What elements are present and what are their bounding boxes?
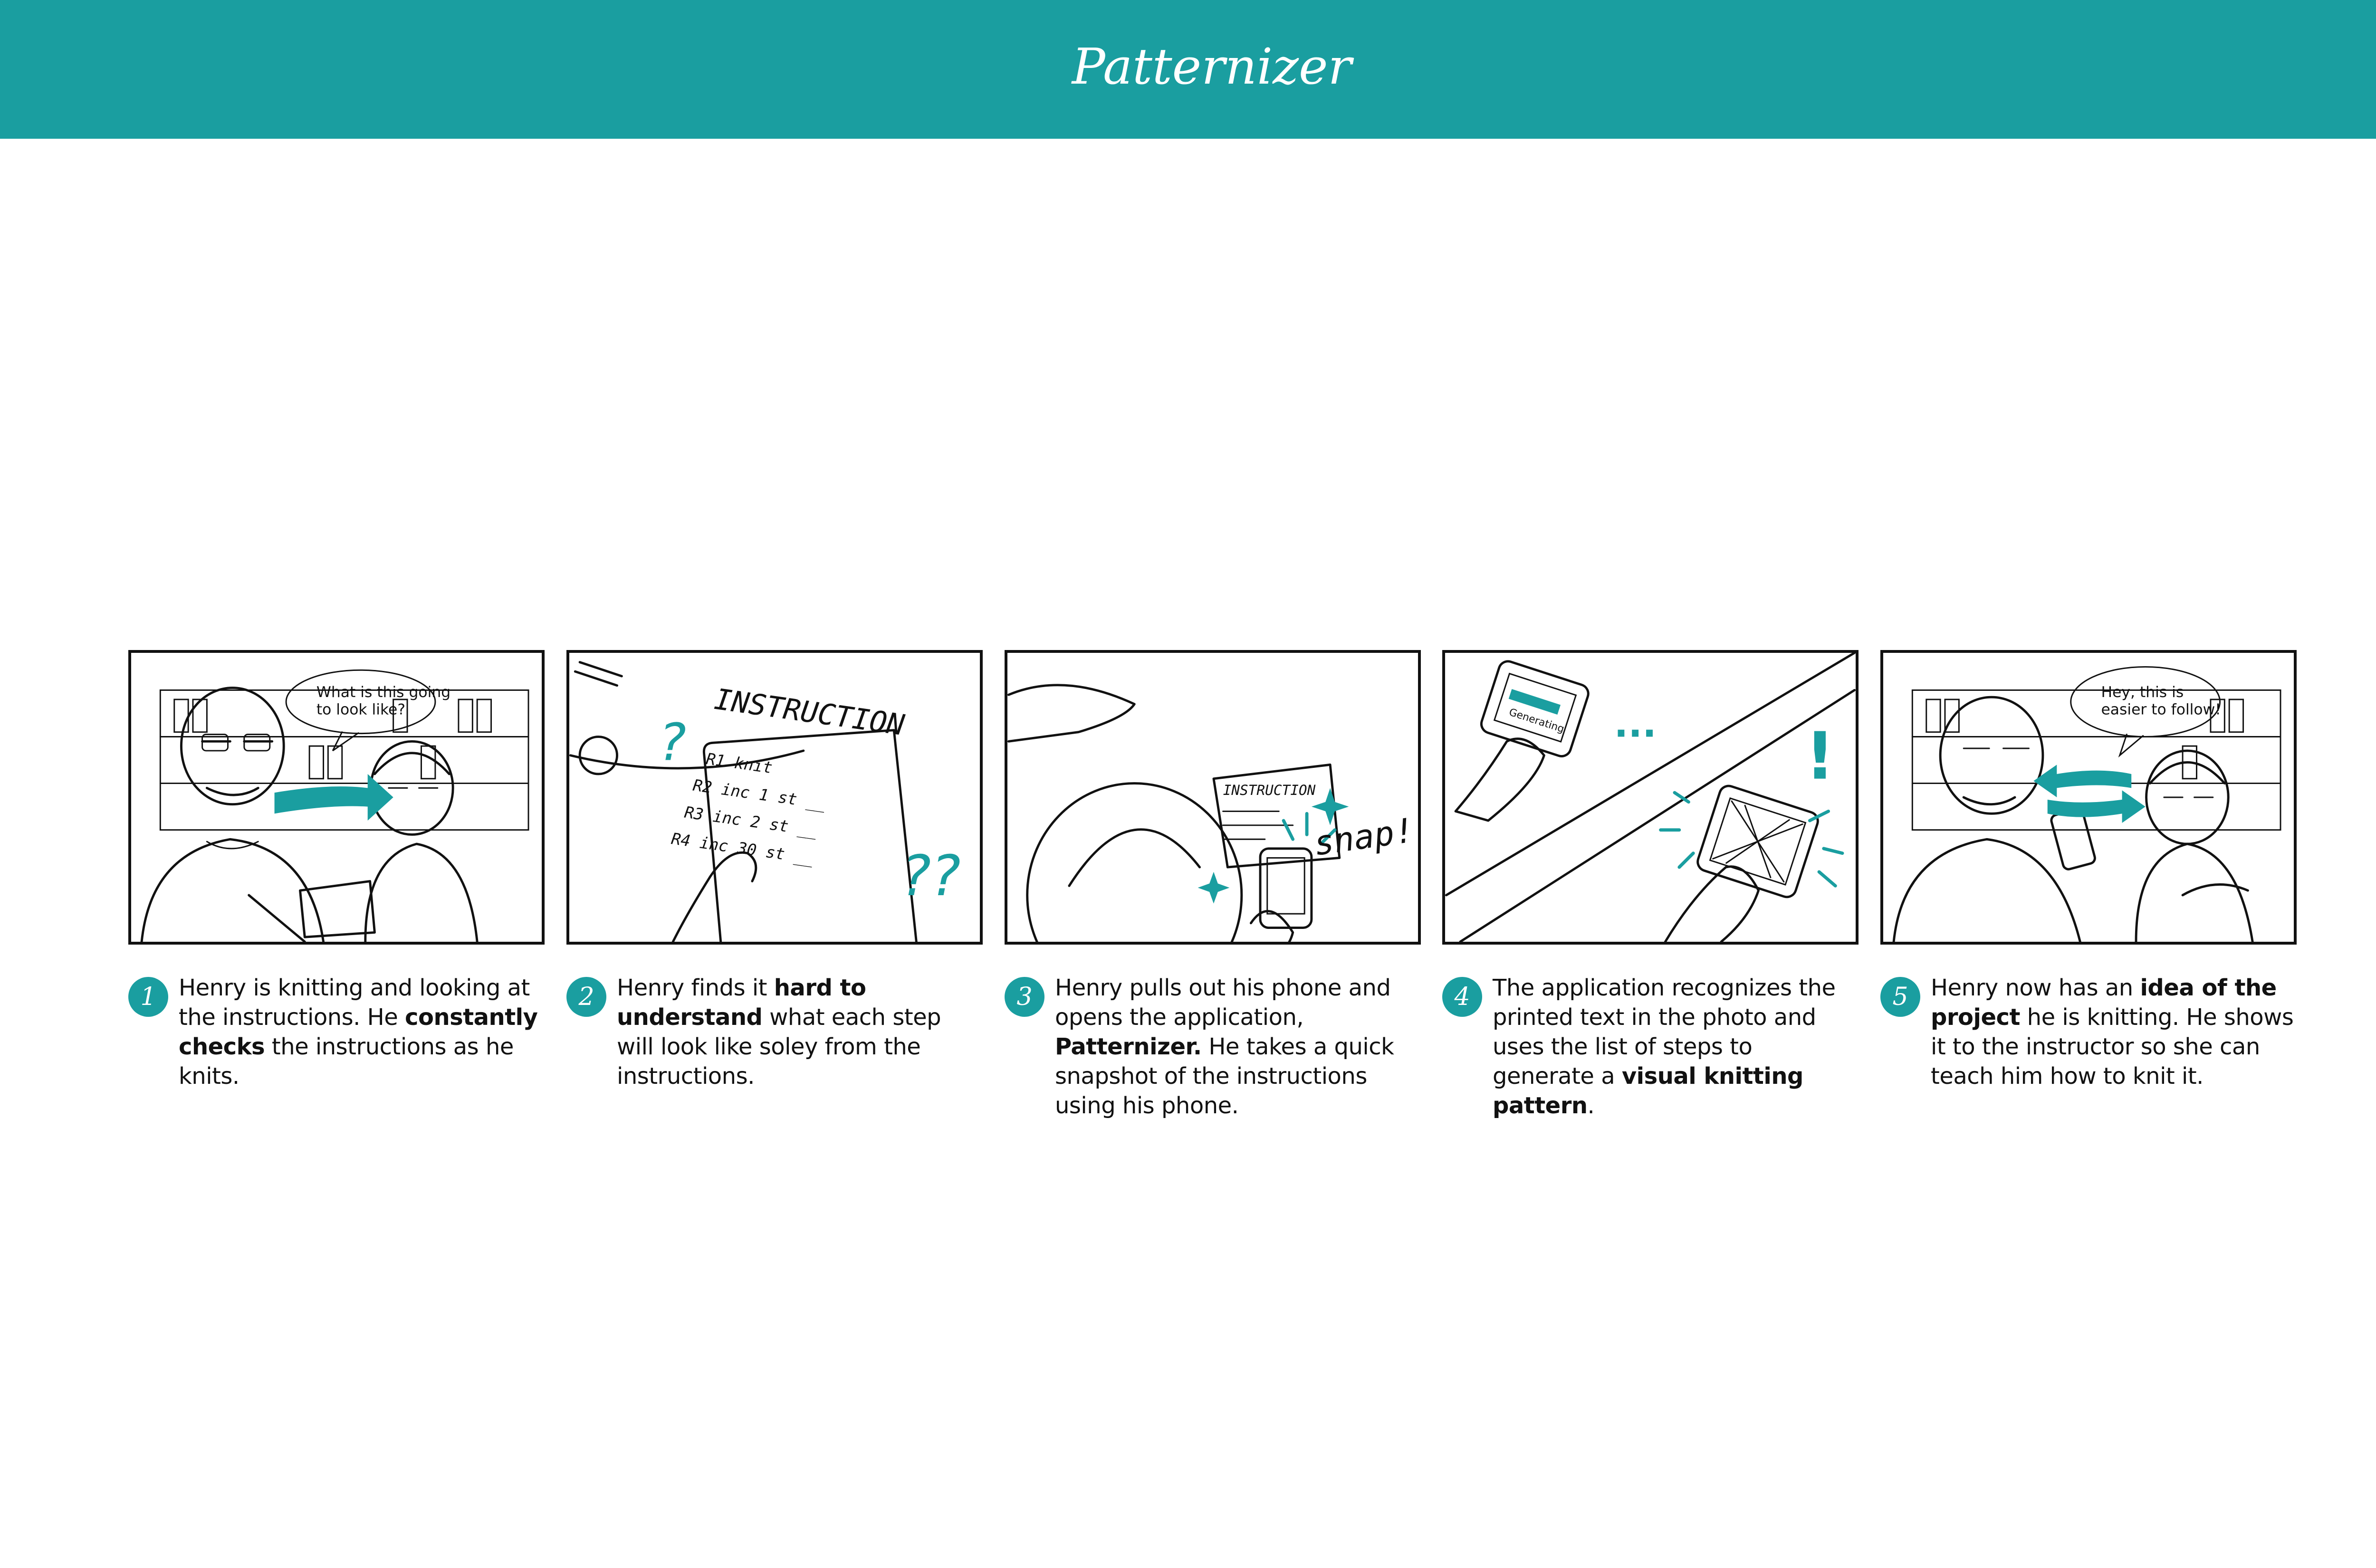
- step-number-badge: 3: [1005, 977, 1044, 1017]
- step-description: Henry pulls out his phone and opens the …: [1055, 975, 1394, 1119]
- step-description: Henry is knitting and looking at the ins…: [179, 975, 538, 1090]
- speech-bubble-line-1: What is this going: [316, 684, 450, 701]
- step-number-badge: 4: [1442, 977, 1482, 1017]
- sheet-line-1: R1 knit: [705, 749, 774, 777]
- storyboard-panel-2: INSTRUCTION R1 knit R2 inc 1 st __ R3 in…: [566, 650, 983, 945]
- scene-reading-instructions: INSTRUCTION R1 knit R2 inc 1 st __ R3 in…: [569, 661, 961, 942]
- snap-sound-text: snap!: [1311, 810, 1417, 863]
- storyboard-panel-5: Hey, this is easier to follow!: [1880, 650, 2297, 945]
- app-logo: Patternizer: [1072, 38, 1352, 96]
- scene-knitting-class: What is this going to look like?: [140, 669, 529, 942]
- storyboard-panel-3: INSTRUCTION snap!: [1005, 650, 1421, 945]
- speech-bubble-line-1: Hey, this is: [2101, 684, 2184, 701]
- step-number-badge: 2: [566, 977, 606, 1017]
- loading-ellipsis: ...: [1614, 702, 1657, 746]
- scene-sharing-pattern: Hey, this is easier to follow!: [1892, 666, 2281, 942]
- question-marks-large: ??: [901, 843, 961, 908]
- storyboard-panel-4: Generating ... !: [1442, 650, 1859, 945]
- step-description: Henry finds it hard to understand what e…: [617, 975, 941, 1090]
- step-number-badge: 5: [1880, 977, 1920, 1017]
- speech-bubble-line-2: to look like?: [316, 701, 405, 718]
- storyboard-panel-1: What is this going to look like?: [128, 650, 545, 945]
- scene-taking-snapshot: INSTRUCTION snap!: [1007, 684, 1417, 942]
- scene-generating-pattern: Generating ... !: [1445, 653, 1856, 942]
- speech-bubble-line-2: easier to follow!: [2101, 701, 2221, 718]
- question-mark-small: ?: [659, 713, 686, 773]
- step-number-badge: 1: [128, 977, 168, 1017]
- step-description: The application recognizes the printed t…: [1493, 975, 1836, 1119]
- exclamation-mark: !: [1805, 719, 1835, 794]
- sheet-title: INSTRUCTION: [1223, 782, 1316, 798]
- step-description: Henry now has an idea of the project he …: [1931, 975, 2294, 1090]
- sheet-title: INSTRUCTION: [712, 683, 907, 742]
